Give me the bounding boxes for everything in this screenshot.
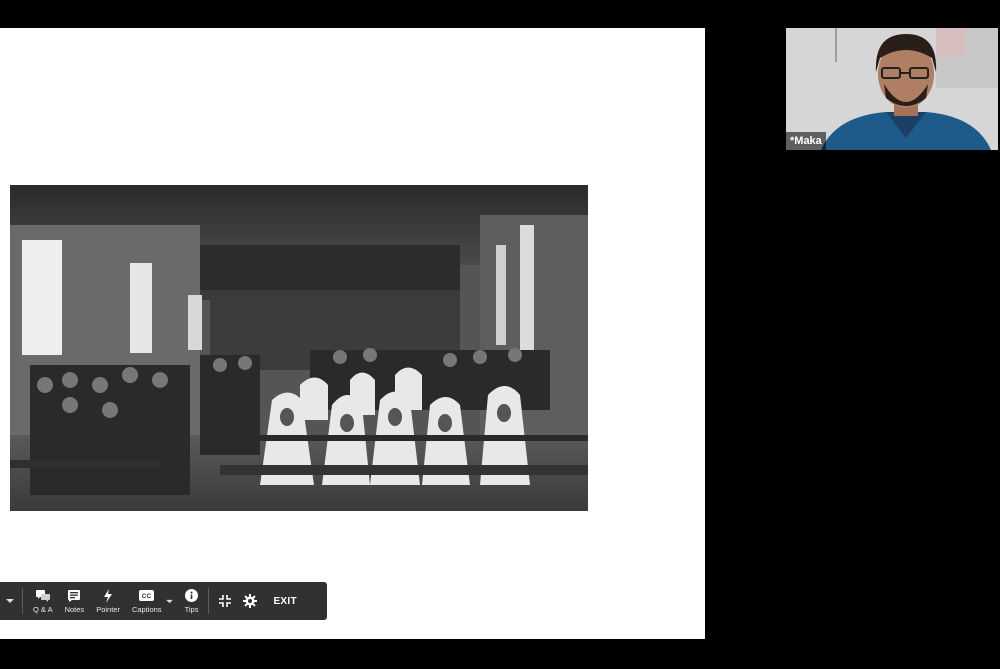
tips-label: Tips — [184, 604, 199, 614]
notes-button[interactable]: Notes — [59, 582, 91, 620]
more-options-button[interactable] — [0, 582, 18, 620]
chevron-down-icon — [165, 599, 173, 603]
info-icon — [185, 589, 198, 602]
photo-illustration — [10, 185, 588, 511]
tips-button[interactable]: Tips — [179, 582, 205, 620]
toolbar-divider — [22, 588, 23, 614]
gear-icon — [243, 594, 258, 608]
pointer-label: Pointer — [96, 604, 120, 614]
chat-bubbles-icon — [35, 589, 50, 602]
qa-button[interactable]: Q & A — [27, 582, 59, 620]
exit-fullscreen-button[interactable] — [213, 582, 237, 620]
captions-options-button[interactable] — [164, 582, 179, 620]
slide-photo-church-congregation — [10, 185, 588, 511]
svg-text:CC: CC — [142, 593, 152, 600]
pointer-button[interactable]: Pointer — [90, 582, 126, 620]
cc-icon: CC — [139, 590, 155, 601]
presentation-slide — [0, 28, 705, 639]
captions-button[interactable]: CC Captions — [126, 582, 164, 620]
laser-pointer-icon — [104, 588, 113, 603]
qa-label: Q & A — [33, 604, 53, 614]
notes-icon — [68, 589, 81, 602]
presentation-toolbar: Q & A Notes Pointer CC Captions Tips EXI… — [0, 582, 327, 620]
captions-label: Captions — [131, 604, 162, 614]
toolbar-divider — [208, 588, 210, 614]
presenter-video-tile[interactable]: *Maka — [786, 28, 998, 150]
exit-button[interactable]: EXIT — [263, 582, 306, 620]
presenter-name-label: *Maka — [786, 132, 826, 150]
notes-label: Notes — [64, 604, 85, 614]
chevron-down-icon — [6, 599, 14, 603]
settings-button[interactable] — [237, 582, 263, 620]
exit-fullscreen-icon — [219, 595, 232, 607]
